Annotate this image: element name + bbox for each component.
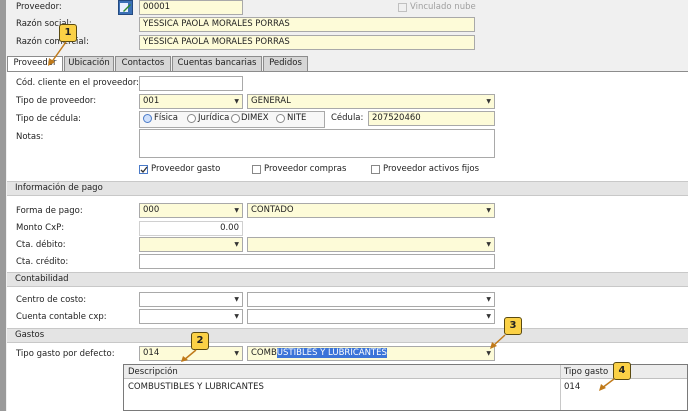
- proveedor-activos-label: Proveedor activos fijos: [383, 164, 480, 174]
- contabilidad-section-header: Contabilidad: [7, 272, 688, 287]
- callout-2-pointer: [181, 349, 197, 362]
- cuenta-cxp-label: Cuenta contable cxp:: [16, 312, 107, 322]
- chevron-down-icon: ▼: [234, 207, 239, 214]
- chevron-down-icon: ▼: [486, 313, 491, 320]
- vinculado-nube-label: Vinculado nube: [410, 2, 476, 12]
- radio-dimex-label: DIMEX: [241, 113, 269, 123]
- razon-social-field[interactable]: YESSICA PAOLA MORALES PORRAS: [139, 17, 475, 32]
- chevron-down-icon: ▼: [486, 207, 491, 214]
- callout-4-pointer: [599, 378, 615, 391]
- tipo-proveedor-desc-value: GENERAL: [251, 96, 291, 106]
- tipo-proveedor-label: Tipo de proveedor:: [16, 96, 97, 106]
- forma-pago-code-select[interactable]: 000 ▼: [139, 203, 243, 218]
- forma-pago-label: Forma de pago:: [16, 206, 83, 216]
- tab-pedidos[interactable]: Pedidos: [263, 56, 308, 71]
- chevron-down-icon: ▼: [234, 98, 239, 105]
- chevron-down-icon: ▼: [234, 350, 239, 357]
- pago-section-header: Información de pago: [7, 181, 688, 196]
- radio-fisica-label: Física: [154, 113, 178, 123]
- cuenta-cxp-desc-select[interactable]: ▼: [247, 309, 495, 324]
- centro-costo-label: Centro de costo:: [16, 295, 87, 305]
- proveedor-code-field[interactable]: 00001: [139, 0, 243, 15]
- tab-contactos[interactable]: Contactos: [115, 56, 171, 71]
- proveedor-compras-label: Proveedor compras: [264, 164, 347, 174]
- callout-2: 2: [191, 332, 209, 350]
- tipo-proveedor-desc-select[interactable]: GENERAL ▼: [247, 94, 495, 109]
- tipo-gasto-desc-selected: USTIBLES Y LUBRICANTES: [276, 348, 387, 358]
- tipo-proveedor-code-select[interactable]: 001 ▼: [139, 94, 243, 109]
- monto-cxp-label: Monto CxP:: [16, 223, 65, 233]
- cta-debito-label: Cta. débito:: [16, 240, 66, 250]
- centro-costo-code-select[interactable]: ▼: [139, 292, 243, 307]
- cedula-field[interactable]: 207520460: [368, 111, 495, 126]
- cedula-label: Cédula:: [331, 113, 364, 123]
- left-edge-bar: [0, 0, 6, 411]
- centro-costo-desc-select[interactable]: ▼: [247, 292, 495, 307]
- forma-pago-code-value: 000: [143, 205, 160, 215]
- cod-cliente-label: Cód. cliente en el proveedor:: [16, 78, 140, 88]
- pago-section-title: Información de pago: [15, 183, 103, 193]
- radio-nite-label: NITE: [287, 113, 307, 123]
- radio-juridica[interactable]: [187, 114, 196, 123]
- proveedor-label: Proveedor:: [16, 2, 62, 12]
- proveedor-gasto-checkbox[interactable]: [139, 165, 148, 174]
- cta-debito-code-select[interactable]: ▼: [139, 237, 243, 252]
- proveedor-activos-checkbox[interactable]: [371, 165, 380, 174]
- callout-1: 1: [59, 24, 77, 42]
- chevron-down-icon: ▼: [486, 98, 491, 105]
- gastos-section-header: Gastos: [7, 328, 688, 343]
- cta-credito-label: Cta. crédito:: [16, 257, 69, 267]
- vinculado-nube-checkbox[interactable]: [398, 3, 407, 12]
- chevron-down-icon: ▼: [234, 241, 239, 248]
- notas-label: Notas:: [16, 132, 44, 142]
- callout-3: 3: [504, 317, 522, 335]
- cta-debito-desc-select[interactable]: ▼: [247, 237, 495, 252]
- cod-cliente-field[interactable]: [139, 76, 243, 91]
- tab-cuentas-bancarias[interactable]: Cuentas bancarias: [172, 56, 262, 71]
- razon-comercial-field[interactable]: YESSICA PAOLA MORALES PORRAS: [139, 35, 475, 50]
- tipo-gasto-label: Tipo gasto por defecto:: [16, 349, 115, 359]
- dropdown-row-tipo-gasto: 014: [564, 382, 581, 392]
- proveedor-gasto-label: Proveedor gasto: [151, 164, 221, 174]
- chevron-down-icon: ▼: [234, 313, 239, 320]
- callout-3-pointer: [490, 334, 506, 349]
- forma-pago-desc-value: CONTADO: [251, 205, 294, 215]
- radio-nite[interactable]: [276, 114, 285, 123]
- callout-1-pointer: [48, 41, 67, 66]
- tipo-gasto-desc-select[interactable]: COMBUSTIBLES Y LUBRICANTES ▼: [247, 346, 495, 361]
- chevron-down-icon: ▼: [234, 296, 239, 303]
- proveedor-compras-checkbox[interactable]: [252, 165, 261, 174]
- radio-dimex[interactable]: [231, 114, 240, 123]
- tipo-gasto-code-value: 014: [143, 348, 160, 358]
- dropdown-header-descripcion: Descripción: [128, 367, 178, 377]
- monto-cxp-field: 0.00: [139, 221, 243, 236]
- tipo-cedula-label: Tipo de cédula:: [16, 114, 82, 124]
- radio-juridica-label: Jurídica: [198, 113, 230, 123]
- forma-pago-desc-select[interactable]: CONTADO ▼: [247, 203, 495, 218]
- cuenta-cxp-code-select[interactable]: ▼: [139, 309, 243, 324]
- tipo-gasto-desc-plain: COMB: [251, 348, 277, 358]
- notas-textarea[interactable]: [139, 129, 495, 158]
- chevron-down-icon: ▼: [486, 296, 491, 303]
- tab-ubicacion[interactable]: Ubicación: [64, 56, 114, 71]
- edit-icon[interactable]: [118, 0, 133, 15]
- dropdown-header-tipo-gasto: Tipo gasto: [564, 367, 609, 377]
- contabilidad-section-title: Contabilidad: [15, 274, 69, 284]
- dropdown-row-descripcion: COMBUSTIBLES Y LUBRICANTES: [128, 382, 264, 392]
- cta-credito-field[interactable]: [139, 254, 495, 269]
- radio-fisica[interactable]: [143, 114, 152, 123]
- tipo-proveedor-code-value: 001: [143, 96, 160, 106]
- gastos-section-title: Gastos: [15, 330, 45, 340]
- chevron-down-icon: ▼: [486, 241, 491, 248]
